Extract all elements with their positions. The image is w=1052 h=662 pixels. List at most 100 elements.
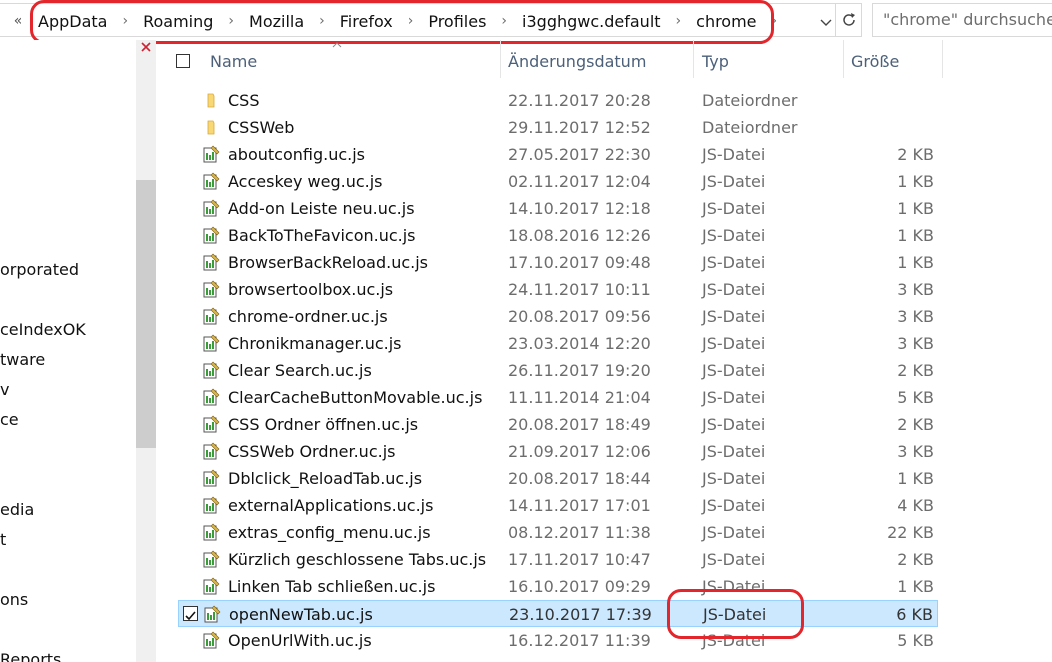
file-name: Linken Tab schließen.uc.js — [228, 577, 436, 596]
file-name: aboutconfig.uc.js — [228, 145, 366, 164]
file-name: chrome-ordner.uc.js — [228, 307, 388, 326]
table-row[interactable]: OpenUrlWith.uc.js 16.12.2017 11:39 JS-Date… — [178, 627, 938, 654]
address-bar[interactable]: « AppData › Roaming › Mozilla › Firefox › Profil… — [0, 3, 836, 37]
select-all-checkbox[interactable] — [176, 54, 190, 68]
folder-icon — [207, 93, 215, 108]
nav-item[interactable]: ce — [0, 410, 19, 429]
breadcrumb-item[interactable]: Profiles — [426, 12, 488, 31]
file-name: Acceskey weg.uc.js — [228, 172, 383, 191]
js-file-icon — [203, 226, 220, 244]
table-row[interactable]: Clear Search.uc.js 26.11.2017 19:20 JS-Dat… — [178, 357, 938, 384]
js-file-icon — [203, 442, 220, 460]
nav-item[interactable]: ceIndexOK — [0, 320, 86, 339]
file-type: JS-Datei — [702, 496, 766, 515]
breadcrumb-item[interactable]: Mozilla — [247, 12, 306, 31]
file-name: extras_config_menu.uc.js — [228, 523, 431, 542]
js-file-icon — [203, 334, 220, 352]
js-file-icon — [203, 307, 220, 325]
pin-star-icon — [141, 42, 151, 52]
file-type: JS-Datei — [702, 307, 766, 326]
table-row[interactable]: Kürzlich geschlossene Tabs.uc.js 17.11.20… — [178, 546, 938, 573]
table-row[interactable]: CSSWeb 29.11.2017 12:52 Dateiordner — [178, 114, 938, 141]
column-name[interactable]: Name — [210, 52, 257, 71]
breadcrumb-chevron-icon[interactable]: › — [122, 13, 128, 29]
js-file-icon — [203, 280, 220, 298]
table-row[interactable]: Chronikmanager.uc.js 23.03.2014 12:20 JS-D… — [178, 330, 938, 357]
chevron-down-icon[interactable] — [818, 14, 834, 30]
table-row[interactable]: extras_config_menu.uc.js 08.12.2017 11:38… — [178, 519, 938, 546]
file-date: 20.08.2017 18:44 — [508, 469, 651, 488]
file-name: browsertoolbox.uc.js — [228, 280, 394, 299]
table-row[interactable]: browsertoolbox.uc.js 24.11.2017 10:11 JS-D… — [178, 276, 938, 303]
file-name: CSS — [228, 91, 260, 110]
file-type: JS-Datei — [702, 550, 766, 569]
column-divider[interactable] — [500, 40, 501, 78]
search-input[interactable]: "chrome" durchsuchen — [872, 3, 1052, 37]
js-file-icon — [203, 496, 220, 514]
file-type: JS-Datei — [702, 226, 766, 245]
nav-item[interactable]: Reports — [0, 650, 61, 662]
file-type: JS-Datei — [702, 577, 766, 596]
breadcrumb-chevron-icon[interactable]: › — [501, 13, 507, 29]
nav-item[interactable]: edia — [0, 500, 34, 519]
nav-scrollbar-thumb[interactable] — [136, 180, 156, 448]
column-date[interactable]: Änderungsdatum — [508, 52, 646, 71]
table-row[interactable]: externalApplications.uc.js 14.11.2017 17:… — [178, 492, 938, 519]
column-divider[interactable] — [693, 40, 694, 78]
js-file-icon — [203, 172, 220, 190]
row-checkbox[interactable] — [183, 606, 198, 621]
nav-scrollbar[interactable] — [136, 40, 156, 662]
file-date: 22.11.2017 20:28 — [508, 91, 651, 110]
file-size: 1 KB — [897, 577, 934, 596]
table-row[interactable]: CSS 22.11.2017 20:28 Dateiordner — [178, 87, 938, 114]
breadcrumb-item[interactable]: i3gghgwc.default — [520, 12, 663, 31]
breadcrumb-chevron-icon[interactable]: › — [228, 13, 234, 29]
breadcrumb-chevron-icon[interactable]: › — [408, 13, 414, 29]
table-row[interactable]: aboutconfig.uc.js 27.05.2017 22:30 JS-Date… — [178, 141, 938, 168]
nav-item[interactable]: orporated — [0, 260, 79, 279]
breadcrumb-item[interactable]: Roaming — [141, 12, 215, 31]
overflow-chevron-icon[interactable]: « — [0, 13, 36, 29]
file-date: 23.03.2014 12:20 — [508, 334, 651, 353]
column-divider[interactable] — [942, 40, 943, 78]
breadcrumb-chevron-icon[interactable]: › — [319, 13, 325, 29]
file-size: 1 KB — [897, 469, 934, 488]
file-name: BrowserBackReload.uc.js — [228, 253, 429, 272]
column-size[interactable]: Größe — [851, 52, 899, 71]
refresh-button[interactable] — [836, 3, 862, 37]
column-divider[interactable] — [843, 40, 844, 78]
address-toolbar: « AppData › Roaming › Mozilla › Firefox › Profil… — [0, 0, 1052, 40]
table-row[interactable]: BackToTheFavicon.uc.js 18.08.2016 12:26 JS… — [178, 222, 938, 249]
table-row[interactable]: Add-on Leiste neu.uc.js 14.10.2017 12:18 J… — [178, 195, 938, 222]
breadcrumb-item[interactable]: chrome — [694, 12, 758, 31]
file-type: Dateiordner — [702, 118, 798, 137]
nav-item[interactable]: t — [0, 530, 6, 549]
table-row[interactable]: Acceskey weg.uc.js 02.11.2017 12:04 JS-Dat… — [178, 168, 938, 195]
nav-item[interactable]: ons — [0, 590, 28, 609]
file-name: Dblclick_ReloadTab.uc.js — [228, 469, 423, 488]
file-size: 1 KB — [897, 172, 934, 191]
breadcrumb-chevron-icon[interactable]: › — [772, 13, 778, 29]
file-name: CSSWeb Ordner.uc.js — [228, 442, 396, 461]
table-row[interactable]: BrowserBackReload.uc.js 17.10.2017 09:48 J… — [178, 249, 938, 276]
file-type: JS-Datei — [702, 172, 766, 191]
column-type[interactable]: Typ — [702, 52, 729, 71]
js-file-icon — [203, 631, 220, 649]
file-size: 3 KB — [897, 280, 934, 299]
table-row-selected[interactable]: openNewTab.uc.js 23.10.2017 17:39 JS-Datei… — [178, 600, 938, 627]
file-date: 14.10.2017 12:18 — [508, 199, 651, 218]
table-row[interactable]: Dblclick_ReloadTab.uc.js 20.08.2017 18:44… — [178, 465, 938, 492]
table-row[interactable]: CSS Ordner öffnen.uc.js 20.08.2017 18:49 J… — [178, 411, 938, 438]
breadcrumb-item[interactable]: AppData — [36, 12, 109, 31]
file-size: 4 KB — [897, 496, 934, 515]
table-row[interactable]: ClearCacheButtonMovable.uc.js 11.11.2014 … — [178, 384, 938, 411]
nav-item[interactable]: v — [0, 380, 9, 399]
breadcrumb-item[interactable]: Firefox — [338, 12, 395, 31]
table-row[interactable]: chrome-ordner.uc.js 20.08.2017 09:56 JS-Da… — [178, 303, 938, 330]
file-name: Kürzlich geschlossene Tabs.uc.js — [228, 550, 487, 569]
nav-item[interactable]: tware — [0, 350, 45, 369]
table-row[interactable]: CSSWeb Ordner.uc.js 21.09.2017 12:06 JS-Da… — [178, 438, 938, 465]
breadcrumb-chevron-icon[interactable]: › — [676, 13, 682, 29]
table-row[interactable]: Linken Tab schließen.uc.js 16.10.2017 09:… — [178, 573, 938, 600]
js-file-icon — [203, 361, 220, 379]
